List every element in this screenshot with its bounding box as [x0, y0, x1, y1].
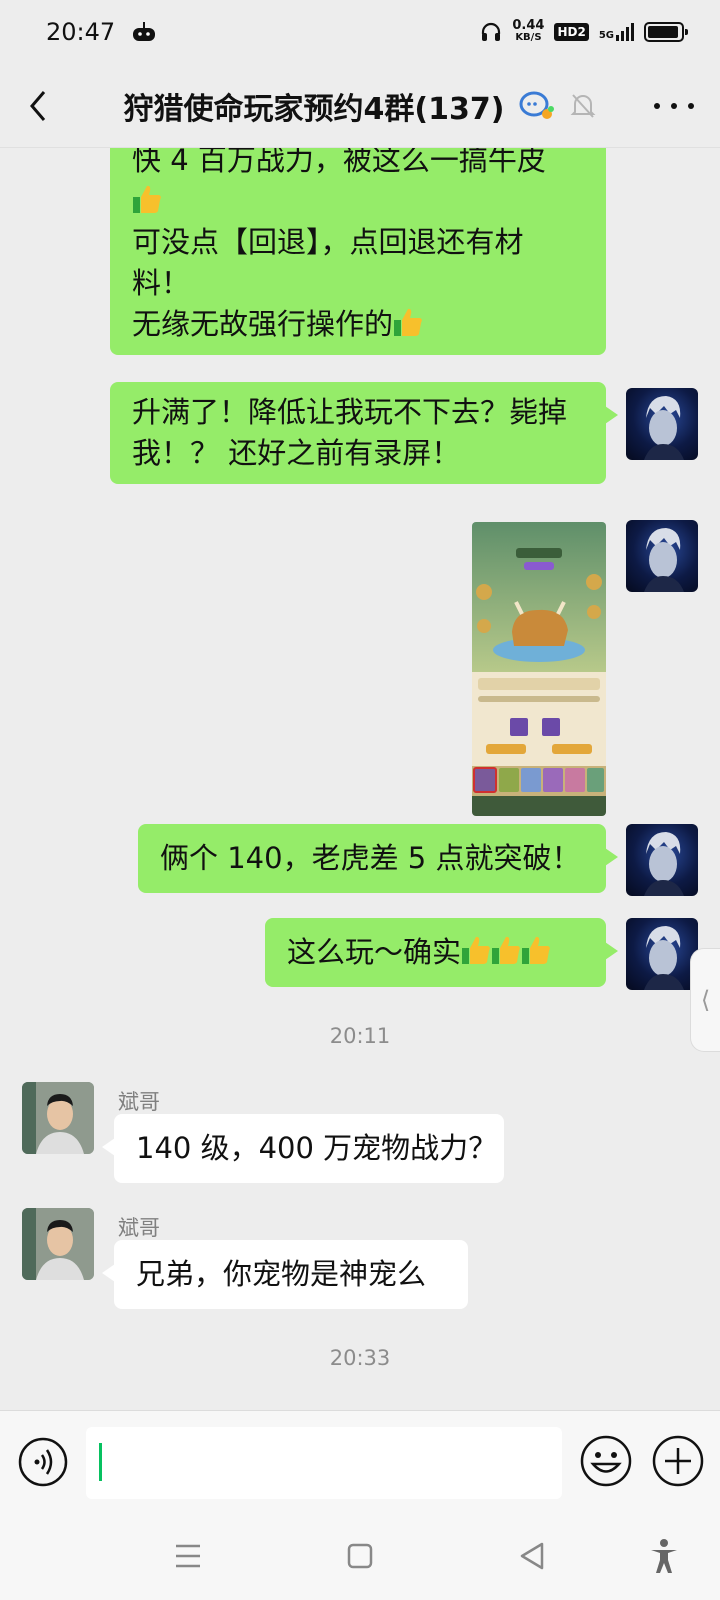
more-icon[interactable] [654, 92, 694, 120]
message-line: 无缘无故强行操作的 [132, 304, 584, 345]
thumbs-up-emoji-icon [492, 936, 520, 964]
home-icon[interactable] [340, 1536, 380, 1576]
back-icon[interactable] [20, 86, 60, 126]
thumbs-up-emoji-icon [462, 936, 490, 964]
message-bubble-self[interactable]: 升满了！降低让我玩不下去？毙掉 我！？ 还好之前有录屏！ [110, 382, 618, 484]
shared-screenshot-image[interactable] [472, 522, 606, 816]
message-input[interactable] [86, 1427, 562, 1499]
mute-bell-icon [571, 93, 596, 118]
avatar-self[interactable] [626, 824, 698, 896]
status-bar: 20:47 0.44 KB/S HD2 5G [0, 0, 720, 64]
plus-icon[interactable] [652, 1435, 704, 1487]
thumbs-up-emoji-icon [394, 308, 422, 336]
avatar-self[interactable] [626, 388, 698, 460]
message-line: 这么玩～确实 [287, 932, 584, 973]
net-speed: 0.44 KB/S [512, 18, 545, 44]
thumbs-up-emoji-icon [522, 936, 550, 964]
sender-name: 斌哥 [118, 1216, 160, 1240]
hd-badge: HD2 [554, 23, 589, 41]
thumbs-up-emoji-icon [133, 185, 161, 213]
timestamp: 20:33 [329, 1346, 391, 1370]
side-handle-glyph: ⟨ [700, 986, 711, 1014]
avatar-other[interactable] [22, 1082, 94, 1154]
avatar-self[interactable] [626, 918, 698, 990]
message-line: 兄弟，你宠物是神宠么 [136, 1257, 427, 1291]
message-line: 快 4 百万战力，被这么一搞牛皮 [132, 148, 546, 177]
status-icons: 0.44 KB/S HD2 5G [480, 18, 688, 44]
timestamp: 20:11 [329, 1024, 391, 1048]
message-line: 俩个 140，老虎差 5 点就突破！ [160, 841, 581, 875]
chat-header: 狩猎使命玩家预约4群(137) [0, 64, 720, 148]
status-time: 20:47 [46, 18, 116, 46]
back-triangle-icon[interactable] [512, 1536, 552, 1576]
message-line [132, 181, 584, 222]
system-navigation-bar [0, 1514, 720, 1600]
menu-icon[interactable] [168, 1536, 208, 1576]
message-line: 升满了！降低让我玩不下去？毙掉 [132, 395, 568, 429]
chat-title: 狩猎使命玩家预约4群(137) [123, 91, 505, 127]
network-label: 5G [598, 30, 614, 41]
message-line: 我！？ 还好之前有录屏！ [132, 436, 461, 470]
battery-icon [644, 22, 688, 42]
chat-title-row: 狩猎使命玩家预约4群(137) [124, 84, 597, 128]
sender-name: 斌哥 [118, 1090, 160, 1114]
net-speed-value: 0.44 [512, 18, 545, 33]
robot-notification-icon [133, 22, 156, 41]
input-bar [0, 1410, 720, 1514]
message-bubble-other[interactable]: 兄弟，你宠物是神宠么 [102, 1240, 468, 1309]
headphones-icon [482, 22, 501, 41]
chat-message-list[interactable]: 快 4 百万战力，被这么一搞牛皮 可没点【回退】，点回退还有材 料！ 无缘无故强… [0, 148, 720, 1410]
signal-icon: 5G [599, 23, 634, 41]
group-chat-icon [519, 91, 555, 119]
text-caret [99, 1443, 102, 1481]
message-line: 可没点【回退】，点回退还有材 [132, 225, 524, 259]
net-speed-unit: KB/S [515, 32, 542, 43]
voice-icon[interactable] [18, 1437, 68, 1487]
message-bubble-self[interactable]: 俩个 140，老虎差 5 点就突破！ [138, 824, 618, 893]
avatar-other[interactable] [22, 1208, 94, 1280]
message-bubble-self[interactable]: 快 4 百万战力，被这么一搞牛皮 可没点【回退】，点回退还有材 料！ 无缘无故强… [110, 148, 606, 355]
message-bubble-other[interactable]: 140 级，400 万宠物战力？ [102, 1114, 504, 1183]
accessibility-icon[interactable] [644, 1536, 684, 1576]
side-drawer-handle[interactable]: ⟨ [690, 948, 720, 1052]
avatar-self[interactable] [626, 520, 698, 592]
emoji-icon[interactable] [580, 1435, 632, 1487]
message-line: 140 级，400 万宠物战力？ [136, 1131, 498, 1165]
message-bubble-self[interactable]: 这么玩～确实 [265, 918, 618, 987]
message-line: 料！ [132, 266, 191, 300]
